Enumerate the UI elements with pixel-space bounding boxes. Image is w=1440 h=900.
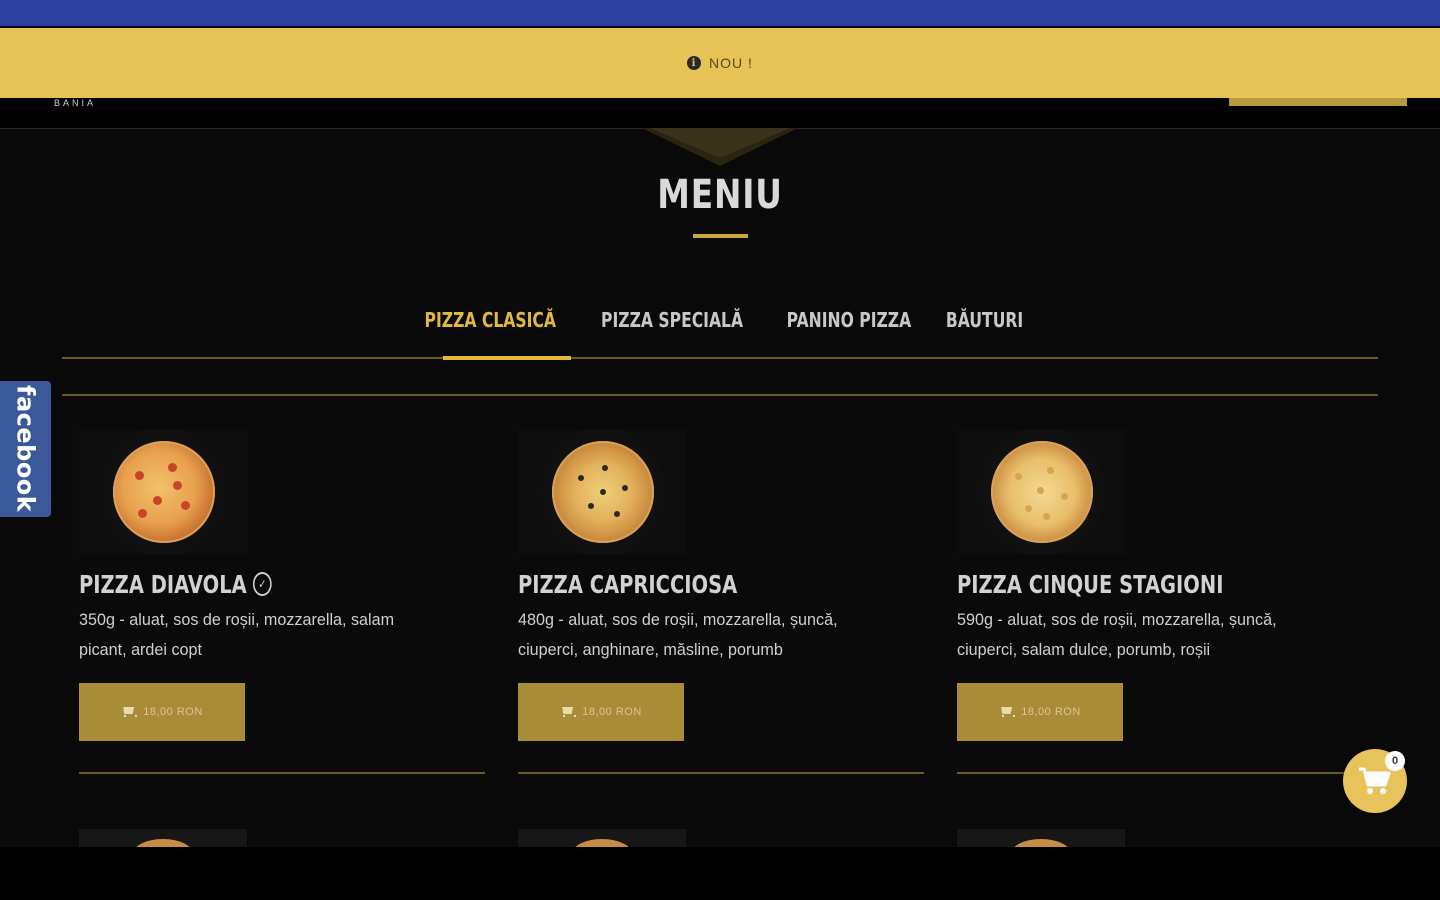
tab-panino-pizza[interactable]: PANINO PIZZA <box>786 308 911 332</box>
price-label: 18,00 RON <box>143 706 203 718</box>
tabs-divider <box>62 357 1378 359</box>
description-line: ciuperci, anghinare, măsline, porumb <box>518 640 783 659</box>
price-label: 18,00 RON <box>1021 706 1081 718</box>
product-name[interactable]: PIZZA CINQUE STAGIONI <box>957 567 1274 601</box>
product-description: 590g - aluat, sos de roșii, mozzarella, … <box>957 605 1337 665</box>
cart-icon <box>999 707 1016 717</box>
card-divider <box>518 772 924 774</box>
browser-top-strip <box>0 0 1440 26</box>
product-photo[interactable] <box>79 429 247 555</box>
product-name[interactable]: PIZZA CAPRICCIOSA <box>518 567 835 601</box>
product-photo[interactable] <box>957 429 1125 555</box>
product-photo[interactable] <box>957 829 1125 849</box>
product-name-text: PIZZA DIAVOLA <box>79 569 247 599</box>
add-to-cart-button[interactable]: 18,00 RON <box>518 683 684 741</box>
section-chevron-inner <box>650 128 790 158</box>
add-to-cart-button[interactable]: 18,00 RON <box>79 683 245 741</box>
spicy-pepper-icon: ✓ <box>253 572 272 596</box>
product-photo[interactable] <box>518 829 686 849</box>
price-label: 18,00 RON <box>582 706 642 718</box>
shopping-cart-icon <box>1359 767 1391 794</box>
menu-tabs: PIZZA CLASICĂ PIZZA SPECIALĂ PANINO PIZZ… <box>0 308 1440 332</box>
facebook-side-tab[interactable]: facebook <box>0 381 51 517</box>
add-to-cart-button[interactable]: 18,00 RON <box>957 683 1123 741</box>
description-line: 480g - aluat, sos de roșii, mozzarella, … <box>518 610 838 629</box>
product-name-text: PIZZA CAPRICCIOSA <box>518 569 738 599</box>
cart-count-badge: 0 <box>1385 751 1405 771</box>
card-divider <box>79 772 485 774</box>
notice-text: NOU ! <box>709 55 753 71</box>
product-description: 480g - aluat, sos de roșii, mozzarella, … <box>518 605 898 665</box>
section-divider <box>62 394 1378 396</box>
description-line: 350g - aluat, sos de roșii, mozzarella, … <box>79 610 395 629</box>
section-title: MENIU <box>657 172 783 218</box>
pizza-image <box>552 441 654 543</box>
cart-icon <box>560 707 577 717</box>
card-divider <box>957 772 1363 774</box>
product-description: 350g - aluat, sos de roșii, mozzarella, … <box>79 605 459 665</box>
description-line: ciuperci, salam dulce, porumb, roșii <box>957 640 1211 659</box>
pizza-image <box>991 441 1093 543</box>
facebook-label: facebook <box>11 385 40 513</box>
cart-icon <box>121 707 138 717</box>
bottom-bar <box>0 847 1440 900</box>
tab-pizza-speciala[interactable]: PIZZA SPECIALĂ <box>601 308 743 332</box>
pizza-image <box>113 441 215 543</box>
product-name[interactable]: PIZZA DIAVOLA ✓ <box>79 567 396 601</box>
product-card: PIZZA DIAVOLA ✓ 350g - aluat, sos de roș… <box>79 429 485 774</box>
description-line: 590g - aluat, sos de roșii, mozzarella, … <box>957 610 1277 629</box>
product-photo[interactable] <box>79 829 247 849</box>
header-action-button[interactable] <box>1229 98 1407 106</box>
info-icon: i <box>687 56 702 70</box>
active-tab-indicator <box>443 356 571 360</box>
product-card: PIZZA CAPRICCIOSA 480g - aluat, sos de r… <box>518 429 924 774</box>
product-card: PIZZA CINQUE STAGIONI 590g - aluat, sos … <box>957 429 1363 774</box>
notice-banner[interactable]: i NOU ! <box>0 28 1440 98</box>
tab-pizza-clasica[interactable]: PIZZA CLASICĂ <box>425 308 556 332</box>
site-header <box>0 98 1440 129</box>
product-photo[interactable] <box>518 429 686 555</box>
product-name-text: PIZZA CINQUE STAGIONI <box>957 569 1224 599</box>
description-line: picant, ardei copt <box>79 640 202 659</box>
site-logo[interactable]: BANIA <box>54 98 96 108</box>
tab-bauturi[interactable]: BĂUTURI <box>946 308 1023 332</box>
title-underline <box>693 234 748 238</box>
